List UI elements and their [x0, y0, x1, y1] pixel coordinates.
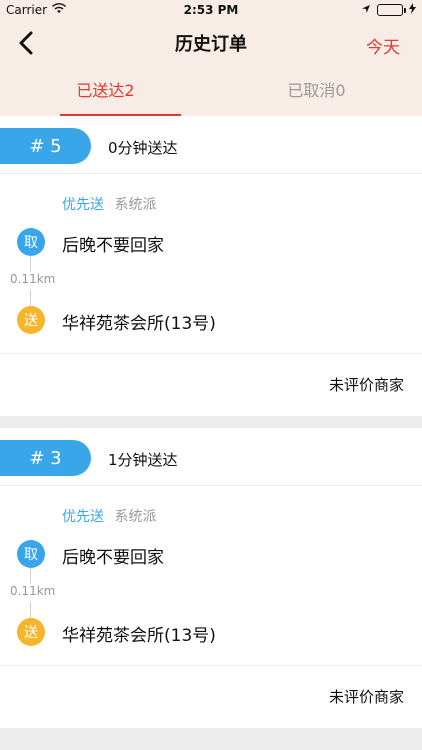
dropoff-address: 华祥苑茶会所(13号)	[62, 314, 216, 334]
pickup-address: 后晚不要回家	[62, 548, 164, 568]
page-title: 历史订单	[175, 34, 247, 55]
pickup-icon: 取	[17, 540, 45, 568]
delivery-duration: 0分钟送达	[108, 139, 178, 157]
order-route: 优先送 系统派 取 后晚不要回家 0.11km 送 华祥苑茶会所(13号)	[0, 174, 422, 354]
order-header: # 3 1分钟送达	[0, 428, 422, 486]
status-right	[361, 3, 416, 17]
nav-bar: 历史订单 今天	[0, 20, 422, 66]
dropoff-icon: 送	[17, 618, 45, 646]
pickup-address: 后晚不要回家	[62, 236, 164, 256]
route-distance: 0.11km	[10, 272, 56, 286]
today-filter-button[interactable]: 今天	[366, 33, 400, 58]
chevron-left-icon	[19, 31, 33, 55]
pickup-icon: 取	[17, 228, 45, 256]
rate-merchant-button[interactable]: 未评价商家	[329, 686, 404, 707]
tab-delivered[interactable]: 已送达2	[0, 66, 211, 116]
charging-icon	[409, 3, 416, 17]
order-status-tabs: 已送达2 已取消0	[0, 66, 422, 116]
tab-cancelled[interactable]: 已取消0	[211, 66, 422, 116]
clock: 2:53 PM	[183, 3, 239, 17]
dispatch-tag: 系统派	[114, 197, 157, 213]
order-card[interactable]: # 5 0分钟送达 优先送 系统派 取 后晚不要回家 0.11km 送 华祥苑茶…	[0, 116, 422, 416]
order-footer: 未评价商家	[0, 666, 422, 728]
order-route: 优先送 系统派 取 后晚不要回家 0.11km 送 华祥苑茶会所(13号)	[0, 486, 422, 666]
route-line	[30, 256, 31, 272]
priority-tag: 优先送	[62, 197, 104, 213]
priority-tag: 优先送	[62, 509, 104, 525]
rate-merchant-button[interactable]: 未评价商家	[329, 374, 404, 395]
status-bar: Carrier 2:53 PM	[0, 0, 422, 20]
route-line	[30, 568, 31, 584]
dropoff-address: 华祥苑茶会所(13号)	[62, 626, 216, 646]
dropoff-icon: 送	[17, 306, 45, 334]
order-card[interactable]: # 3 1分钟送达 优先送 系统派 取 后晚不要回家 0.11km 送 华祥苑茶…	[0, 428, 422, 728]
order-tags: 优先送 系统派	[62, 194, 156, 214]
order-number-badge: # 5	[0, 128, 91, 164]
order-header: # 5 0分钟送达	[0, 116, 422, 174]
back-button[interactable]	[6, 20, 46, 66]
route-distance: 0.11km	[10, 584, 56, 598]
route-line	[30, 602, 31, 618]
battery-icon	[377, 4, 406, 16]
order-footer: 未评价商家	[0, 354, 422, 416]
order-tags: 优先送 系统派	[62, 506, 156, 526]
route-line	[30, 290, 31, 306]
order-number-badge: # 3	[0, 440, 91, 476]
delivery-duration: 1分钟送达	[108, 451, 178, 469]
location-arrow-icon	[361, 4, 371, 17]
dispatch-tag: 系统派	[114, 509, 157, 525]
